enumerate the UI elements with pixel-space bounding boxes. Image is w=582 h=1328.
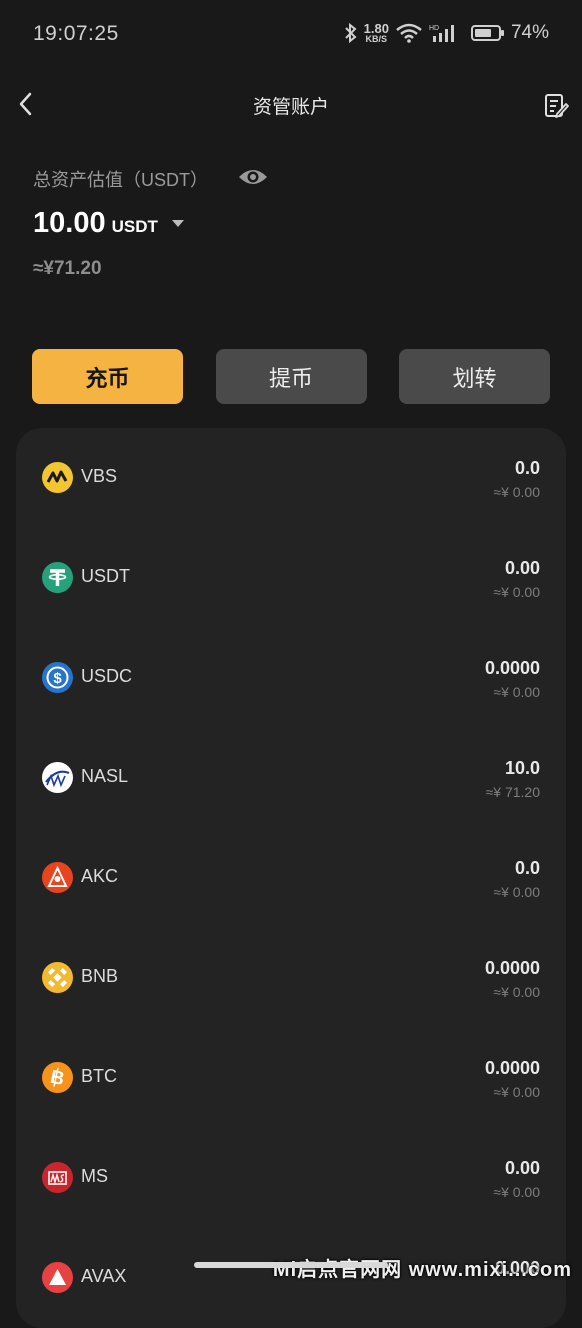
status-icons: 1.80 KB/S HD 74% xyxy=(344,22,549,44)
caret-down-icon[interactable] xyxy=(171,220,184,227)
asset-row-nasl[interactable]: NASL 10.0 ≈¥ 71.20 xyxy=(16,728,566,828)
transfer-button[interactable]: 划转 xyxy=(399,349,550,404)
asset-name: NASL xyxy=(81,766,129,786)
asset-amount: 0.00 xyxy=(504,1158,540,1178)
asset-cny-value: ≈¥ 0.00 xyxy=(493,1084,540,1100)
net-speed: 1.80 KB/S xyxy=(363,20,389,44)
asset-cny-value: ≈¥ 0.00 xyxy=(493,484,540,500)
ms-coin-icon xyxy=(42,1162,73,1193)
asset-row-btc[interactable]: B BTC 0.0000 ≈¥ 0.00 xyxy=(16,1028,566,1128)
avax-coin-icon xyxy=(42,1262,73,1293)
home-indicator[interactable] xyxy=(194,1262,388,1268)
asset-cny-value: ≈¥ 0.00 xyxy=(493,884,540,900)
status-bar: 19:07:25 1.80 KB/S HD 74% xyxy=(0,0,582,70)
asset-amount: 10.0 xyxy=(504,758,540,778)
net-speed-unit: KB/S xyxy=(365,33,388,44)
action-buttons: 充币 提币 划转 xyxy=(32,349,550,404)
app-header: 资管账户 xyxy=(0,80,582,130)
asset-name: VBS xyxy=(81,466,118,486)
asset-cny-value: ≈¥ 0.00 xyxy=(493,584,540,600)
asset-amount: 0.0000 xyxy=(484,658,540,678)
asset-cny-value: ≈¥ 0.00 xyxy=(493,984,540,1000)
asset-amount: 0.0 xyxy=(514,458,540,478)
asset-row-ms[interactable]: MS 0.00 ≈¥ 0.00 xyxy=(16,1128,566,1228)
vbs-coin-icon xyxy=(42,462,73,493)
asset-name: USDC xyxy=(81,666,133,686)
usdc-coin-icon: $ xyxy=(42,662,73,693)
bluetooth-icon xyxy=(344,22,357,44)
total-amount: 10.00 xyxy=(33,207,106,239)
asset-cny-value: ≈¥ 0.00 xyxy=(493,684,540,700)
bnb-coin-icon xyxy=(42,962,73,993)
svg-text:$: $ xyxy=(53,670,62,687)
asset-name: BTC xyxy=(81,1066,117,1086)
deposit-button[interactable]: 充币 xyxy=(32,349,183,404)
asset-name: AKC xyxy=(81,866,119,886)
document-edit-icon[interactable] xyxy=(542,92,570,120)
asset-amount: 0.0 xyxy=(514,858,540,878)
battery-percent: 74% xyxy=(510,22,549,43)
btc-coin-icon: B xyxy=(42,1062,73,1093)
asset-row-akc[interactable]: AKC 0.0 ≈¥ 0.00 xyxy=(16,828,566,928)
usdt-coin-icon xyxy=(42,562,73,593)
asset-name: AVAX xyxy=(81,1266,127,1286)
akc-coin-icon xyxy=(42,862,73,893)
asset-name: BNB xyxy=(81,966,119,986)
asset-cny-value: ≈¥ 0.00 xyxy=(493,1184,540,1200)
nasl-coin-icon xyxy=(42,762,73,793)
asset-name: MS xyxy=(81,1166,108,1186)
asset-cny-value: ≈¥ 71.20 xyxy=(485,784,540,800)
eye-icon[interactable] xyxy=(237,165,269,189)
svg-text:HD: HD xyxy=(429,25,439,32)
asset-row-usdc[interactable]: $ USDC 0.0000 ≈¥ 0.00 xyxy=(16,628,566,728)
signal-icon: HD xyxy=(429,25,454,42)
page-title: 资管账户 xyxy=(252,97,329,118)
asset-row-vbs[interactable]: VBS 0.0 ≈¥ 0.00 xyxy=(16,428,566,528)
asset-amount: 0.00 xyxy=(504,558,540,578)
total-unit: USDT xyxy=(111,217,158,236)
total-cny-value: ≈¥71.20 xyxy=(33,258,102,279)
wifi-icon xyxy=(396,23,422,43)
net-speed-value: 1.80 xyxy=(363,20,389,36)
asset-name: USDT xyxy=(81,566,130,586)
asset-amount: 0.0000 xyxy=(484,1058,540,1078)
battery-icon xyxy=(470,25,504,41)
asset-row-usdt[interactable]: USDT 0.00 ≈¥ 0.00 xyxy=(16,528,566,628)
total-assets-value[interactable]: 10.00 USDT xyxy=(33,207,184,240)
withdraw-button[interactable]: 提币 xyxy=(215,349,367,404)
asset-amount: 0.0000 xyxy=(484,958,540,978)
total-assets-label: 总资产估值（USDT） xyxy=(33,170,208,190)
status-time: 19:07:25 xyxy=(33,22,119,45)
asset-row-bnb[interactable]: BNB 0.0000 ≈¥ 0.00 xyxy=(16,928,566,1028)
asset-list: VBS 0.0 ≈¥ 0.00 USDT 0.00 ≈¥ 0.00 $ USDC… xyxy=(16,428,566,1328)
